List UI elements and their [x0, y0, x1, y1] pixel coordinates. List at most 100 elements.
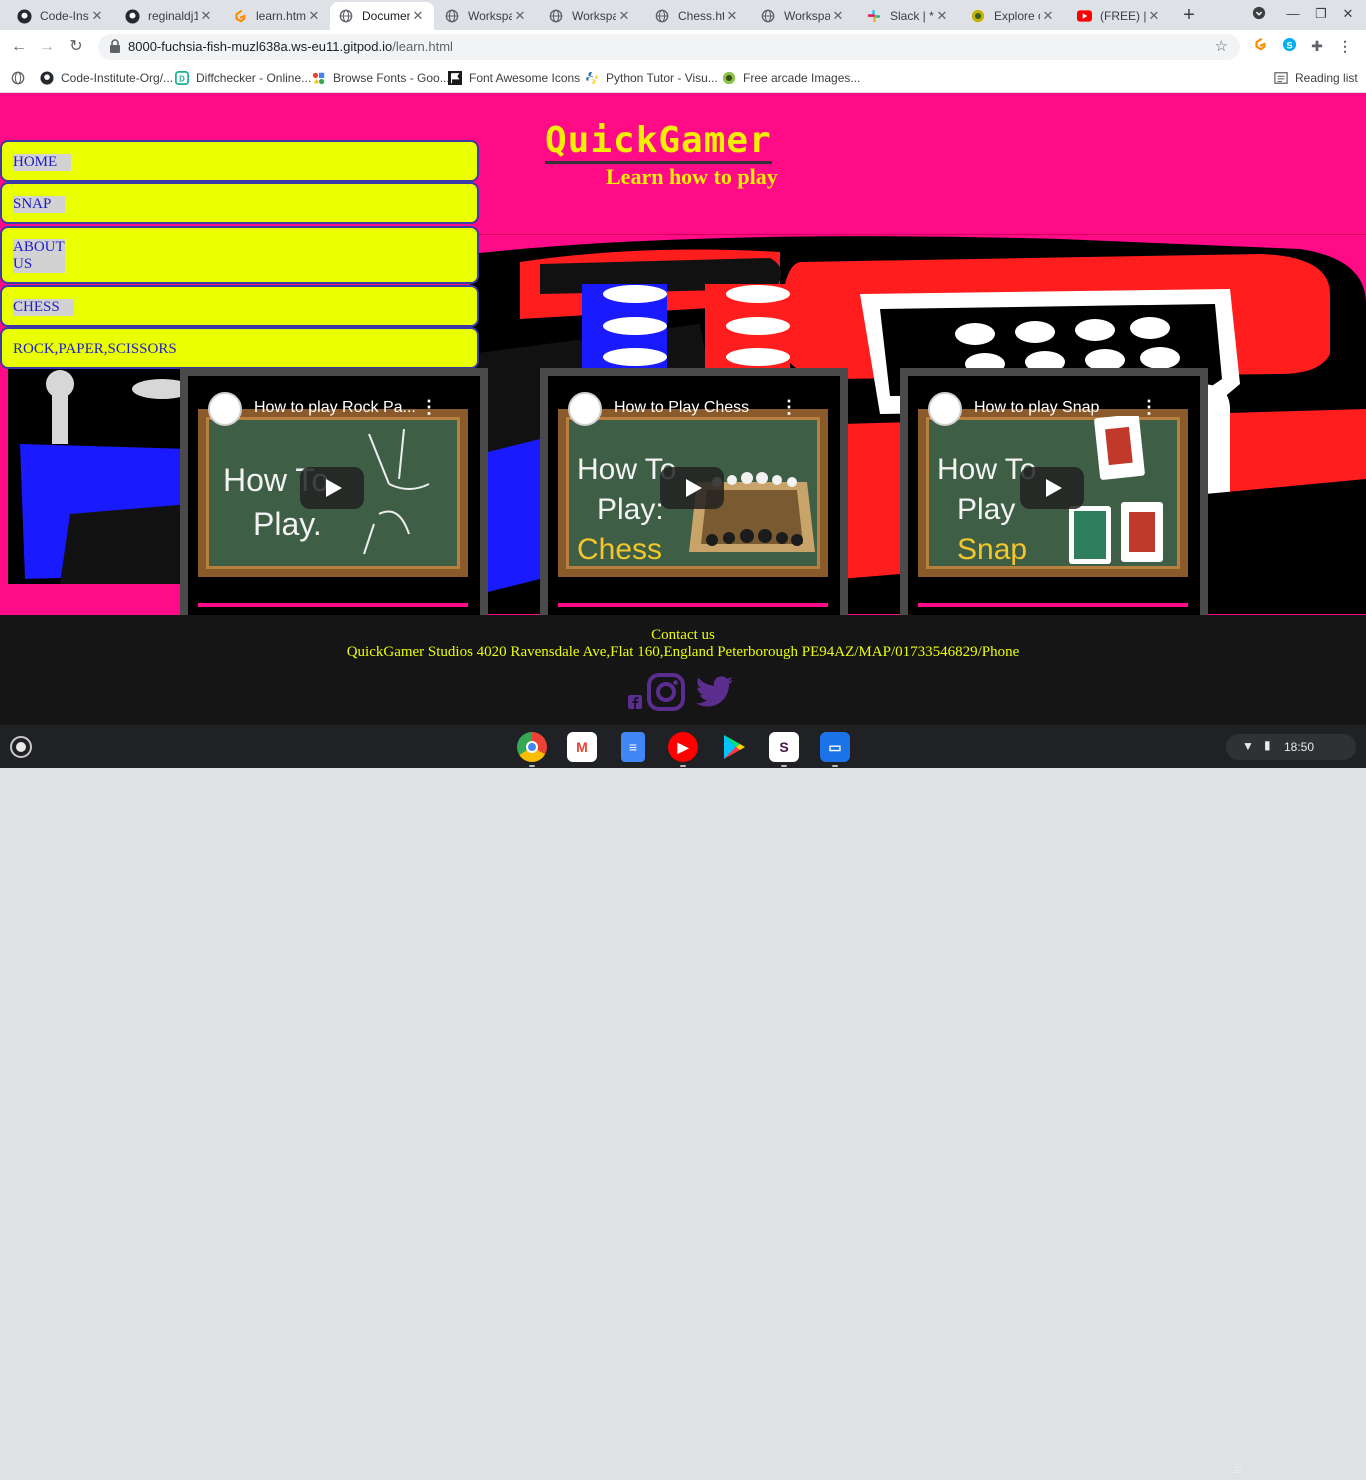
channel-avatar[interactable]: [568, 392, 602, 426]
bookmark-diffchecker[interactable]: D Diffchecker - Online...: [175, 69, 311, 87]
play-button-icon[interactable]: [660, 467, 724, 509]
bookmark-label: Python Tutor - Visu...: [606, 71, 718, 85]
play-button-icon[interactable]: [1020, 467, 1084, 509]
tab[interactable]: Workspac ✕: [540, 2, 640, 30]
minimize-icon[interactable]: —: [1283, 6, 1303, 21]
footer-contact-heading: Contact us: [651, 627, 715, 643]
instagram-icon[interactable]: [647, 673, 685, 711]
video-title[interactable]: How to play Snap: [974, 399, 1150, 417]
reload-icon[interactable]: ↻: [65, 36, 87, 58]
close-window-icon[interactable]: ✕: [1338, 6, 1358, 22]
menu-kebab-icon[interactable]: ⋮: [1336, 37, 1354, 55]
nav-item-about-us[interactable]: ABOUT US: [0, 226, 479, 284]
close-icon[interactable]: ✕: [89, 8, 105, 24]
more-options-icon[interactable]: ⋮: [420, 397, 438, 418]
thumbnail-line: Chess: [577, 533, 663, 566]
bookmark-python-tutor[interactable]: Python Tutor - Visu...: [585, 69, 718, 87]
bookmark-google-fonts[interactable]: Browse Fonts - Goo...: [312, 69, 450, 87]
docs-icon[interactable]: ≡: [621, 732, 645, 762]
close-icon[interactable]: ✕: [934, 8, 950, 24]
youtube-icon[interactable]: ▶: [668, 732, 698, 762]
nav-item-chess[interactable]: CHESS: [0, 285, 479, 327]
video-frame: [180, 368, 480, 376]
slack-icon[interactable]: S: [769, 732, 799, 762]
address-bar[interactable]: 8000-fuchsia-fish-muzl638a.ws-eu11.gitpo…: [98, 34, 1240, 60]
site-footer: Contact us QuickGamer Studios 4020 Raven…: [0, 615, 1366, 725]
globe-icon: [444, 8, 460, 24]
globe-icon: [548, 8, 564, 24]
site-logo[interactable]: QuickGamer: [545, 121, 772, 164]
tab-search-icon[interactable]: [1249, 6, 1269, 23]
close-icon[interactable]: ✕: [512, 8, 528, 24]
video-title[interactable]: How to Play Chess: [614, 399, 790, 417]
video-frame: [840, 368, 848, 618]
forward-icon[interactable]: →: [36, 36, 58, 58]
running-indicator: [680, 765, 686, 767]
gmail-icon[interactable]: M: [567, 732, 597, 762]
reading-list[interactable]: Reading list: [1274, 69, 1358, 87]
nav-label: ABOUT US: [13, 239, 65, 273]
video-embed-snap[interactable]: How To Play Snap How to play Snap ⋮: [900, 368, 1208, 618]
tab[interactable]: learn.html ✕: [224, 2, 330, 30]
channel-avatar[interactable]: [208, 392, 242, 426]
back-icon[interactable]: ←: [8, 36, 30, 58]
play-store-icon[interactable]: [719, 732, 749, 762]
tote-icon[interactable]: ≣: [1232, 1460, 1252, 1480]
extensions-puzzle-icon[interactable]: ✚: [1308, 37, 1326, 55]
more-options-icon[interactable]: ⋮: [780, 397, 798, 418]
video-frame: [900, 368, 908, 618]
close-icon[interactable]: ✕: [306, 8, 322, 24]
tab[interactable]: Code-Insti ✕: [8, 2, 113, 30]
video-frame: [900, 368, 1200, 376]
close-icon[interactable]: ✕: [410, 8, 426, 24]
status-tray[interactable]: ▼ ▮ 18:50: [1226, 734, 1356, 760]
video-header: How to Play Chess ⋮: [558, 388, 828, 428]
tab[interactable]: Workspac ✕: [436, 2, 536, 30]
bookmark-code-institute[interactable]: Code-Institute-Org/...: [40, 69, 173, 87]
play-button-icon[interactable]: [300, 467, 364, 509]
tab-active[interactable]: Documen ✕: [330, 2, 434, 30]
apps-icon[interactable]: [11, 69, 32, 87]
battery-icon: ▮: [1264, 738, 1271, 752]
python-icon: [585, 71, 599, 85]
tab[interactable]: Slack | * M ✕: [858, 2, 958, 30]
chrome-icon[interactable]: [517, 732, 547, 762]
close-icon[interactable]: ✕: [198, 8, 214, 24]
twitter-icon[interactable]: [695, 676, 735, 710]
nav-item-rock-paper-scissors[interactable]: ROCK,PAPER,SCISSORS: [0, 327, 479, 369]
close-icon[interactable]: ✕: [1146, 8, 1162, 24]
tab[interactable]: reginaldj1 ✕: [116, 2, 222, 30]
tab[interactable]: Chess.htm ✕: [646, 2, 748, 30]
channel-avatar[interactable]: [928, 392, 962, 426]
close-icon[interactable]: ✕: [830, 8, 846, 24]
github-icon: [124, 8, 140, 24]
video-embed-rock-paper-scissors[interactable]: How To Play. How to play Rock Pa... ⋮: [180, 368, 488, 618]
bookmark-font-awesome[interactable]: Font Awesome Icons: [448, 69, 580, 87]
more-options-icon[interactable]: ⋮: [1140, 397, 1158, 418]
bookmark-arcade-images[interactable]: Free arcade Images...: [722, 69, 860, 87]
files-icon[interactable]: ▭: [820, 732, 850, 762]
launcher-icon[interactable]: [10, 736, 32, 758]
gitpod-extension-icon[interactable]: [1251, 37, 1269, 55]
tab[interactable]: Explore ou ✕: [962, 2, 1064, 30]
tab[interactable]: (FREE) | *F ✕: [1068, 2, 1170, 30]
video-title[interactable]: How to play Rock Pa...: [254, 399, 430, 417]
flag-icon: [448, 71, 462, 85]
close-icon[interactable]: ✕: [724, 8, 740, 24]
bookmark-label: Browse Fonts - Goo...: [333, 71, 450, 85]
new-tab-button[interactable]: +: [1177, 4, 1201, 26]
svg-text:D: D: [179, 75, 185, 84]
facebook-icon[interactable]: [628, 695, 642, 709]
tab[interactable]: Workspac ✕: [752, 2, 854, 30]
restore-icon[interactable]: ❐: [1311, 6, 1331, 22]
nav-item-home[interactable]: HOME: [0, 140, 479, 182]
bookmarks-bar: Code-Institute-Org/... D Diffchecker - O…: [0, 63, 1366, 93]
nav-item-snap[interactable]: SNAP: [0, 182, 479, 224]
skype-extension-icon[interactable]: S: [1280, 37, 1298, 55]
reading-list-label: Reading list: [1295, 71, 1358, 85]
bookmark-star-icon[interactable]: ☆: [1215, 37, 1228, 55]
close-icon[interactable]: ✕: [616, 8, 632, 24]
video-frame: [480, 368, 488, 618]
video-embed-chess[interactable]: How To Play: Chess How to Play Chess ⋮: [540, 368, 848, 618]
close-icon[interactable]: ✕: [1040, 8, 1056, 24]
